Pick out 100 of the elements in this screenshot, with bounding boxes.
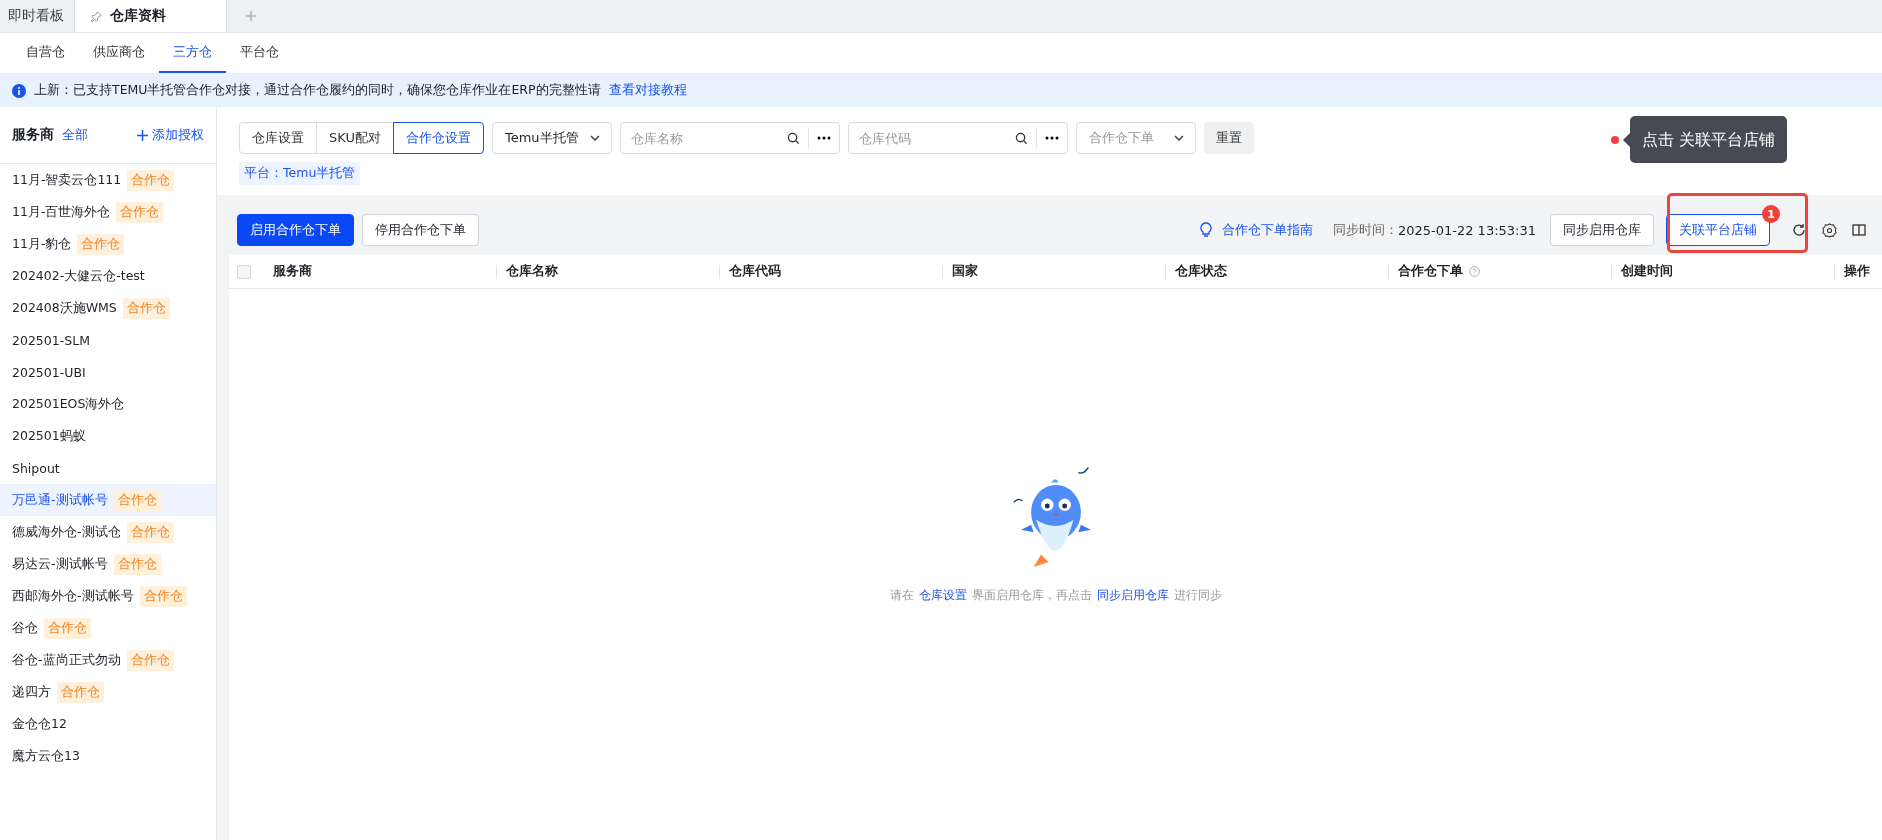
provider-name: 万邑通-测试帐号 xyxy=(12,491,108,509)
provider-name: 202408沃施WMS xyxy=(12,299,117,317)
settings-segment[interactable]: 仓库设置 xyxy=(239,122,317,154)
search-icon[interactable] xyxy=(786,131,800,145)
warehouse-type-tab[interactable]: 供应商仓 xyxy=(79,33,159,73)
provider-item[interactable]: 西邮海外仓-测试帐号 合作仓 xyxy=(0,580,216,612)
refresh-icon[interactable] xyxy=(1792,223,1806,237)
inline-link[interactable]: 仓库设置 xyxy=(918,587,967,604)
provider-item[interactable]: 递四方 合作仓 xyxy=(0,676,216,708)
provider-name: 202501-UBI xyxy=(12,364,86,380)
column-header: 创建时间 xyxy=(1611,264,1834,279)
guide-link[interactable]: 合作仓下单指南 xyxy=(1199,221,1313,239)
select-all-checkbox[interactable] xyxy=(237,264,251,279)
sidebar-title: 服务商 xyxy=(12,126,54,144)
empty-state-message: 请在 仓库设置 界面启用仓库，再点击 同步启用仓库 进行同步 xyxy=(889,587,1222,604)
provider-item[interactable]: 金仓仓12 xyxy=(0,708,216,740)
provider-name: 202402-大健云仓-test xyxy=(12,267,145,285)
inline-link[interactable]: 同步启用仓库 xyxy=(1096,587,1169,604)
provider-name: Shipout xyxy=(12,460,60,476)
tab-label: 仓库资料 xyxy=(110,7,166,25)
provider-name: 11月-百世海外仓 xyxy=(12,203,111,221)
provider-item[interactable]: Shipout xyxy=(0,452,216,484)
provider-name: 11月-智卖云仓111 xyxy=(12,171,122,189)
provider-item[interactable]: 202408沃施WMS 合作仓 xyxy=(0,292,216,324)
provider-name: 谷仓 xyxy=(12,619,38,637)
lightbulb-icon xyxy=(1199,222,1212,238)
provider-item[interactable]: 11月-智卖云仓111 合作仓 xyxy=(0,164,216,196)
partner-tag: 合作仓 xyxy=(113,553,161,575)
settings-segment[interactable]: 合作仓设置 xyxy=(392,122,484,154)
provider-name: 202501蚂蚁 xyxy=(12,427,86,445)
sync-time-label: 同步时间： xyxy=(1332,221,1398,239)
more-icon[interactable] xyxy=(816,136,831,140)
provider-item[interactable]: 11月-百世海外仓 合作仓 xyxy=(0,196,216,228)
provider-name: 西邮海外仓-测试帐号 xyxy=(12,587,134,605)
pin-icon xyxy=(91,10,102,22)
search-field[interactable]: 仓库名称 xyxy=(619,122,840,154)
provider-item[interactable]: 11月-豹仓 合作仓 xyxy=(0,228,216,260)
provider-item[interactable]: 202501蚂蚁 xyxy=(0,420,216,452)
provider-name: 德威海外仓-测试仓 xyxy=(12,523,121,541)
column-header: 仓库名称 xyxy=(496,264,719,279)
guide-tooltip: 点击 关联平台店铺 xyxy=(1630,116,1788,163)
warehouse-type-tab[interactable]: 自营仓 xyxy=(12,33,79,73)
partner-tag: 合作仓 xyxy=(57,681,104,703)
provider-item[interactable]: 202501-UBI xyxy=(0,356,216,388)
provider-name: 金仓仓12 xyxy=(12,715,67,733)
provider-name: 11月-豹仓 xyxy=(12,235,72,253)
column-header: 合作仓下单 xyxy=(1388,264,1611,279)
column-header: 操作 xyxy=(1834,264,1882,279)
partner-tag: 合作仓 xyxy=(77,233,125,255)
partner-tag: 合作仓 xyxy=(113,489,161,511)
partner-tag: 合作仓 xyxy=(139,585,187,607)
provider-name: 递四方 xyxy=(12,683,51,701)
reset-button[interactable]: 重置 xyxy=(1203,122,1254,154)
provider-item[interactable]: 202402-大健云仓-test xyxy=(0,260,216,292)
column-header: 仓库代码 xyxy=(719,264,942,279)
provider-name: 魔方云仓13 xyxy=(12,747,80,765)
enable-button[interactable]: 启用合作仓下单 xyxy=(237,214,354,246)
page-tab[interactable]: 仓库资料 xyxy=(75,0,227,32)
search-field[interactable]: 仓库代码 xyxy=(847,122,1068,154)
sync-warehouse-button[interactable]: 同步启用仓库 xyxy=(1550,214,1654,246)
provider-name: 202501EOS海外仓 xyxy=(12,395,125,413)
provider-item[interactable]: 202501-SLM xyxy=(0,324,216,356)
partner-tag: 合作仓 xyxy=(127,169,175,191)
provider-item[interactable]: 202501EOS海外仓 xyxy=(0,388,216,420)
info-icon xyxy=(12,83,26,98)
columns-icon[interactable] xyxy=(1852,223,1866,237)
settings-icon[interactable] xyxy=(1821,222,1837,238)
warehouse-type-tab[interactable]: 平台仓 xyxy=(226,33,293,73)
notice-text: 上新：已支持TEMU半托管合作仓对接，通过合作仓履约的同时，确保您仓库作业在ERP的完整性请 xyxy=(34,82,601,99)
provider-item[interactable]: 谷仓-蓝尚正式勿动 合作仓 xyxy=(0,644,216,676)
provider-item[interactable]: 德威海外仓-测试仓 合作仓 xyxy=(0,516,216,548)
tutorial-link[interactable]: 查看对接教程 xyxy=(608,82,687,99)
provider-name: 202501-SLM xyxy=(12,332,90,348)
disable-button[interactable]: 停用合作仓下单 xyxy=(362,214,479,246)
column-header: 仓库状态 xyxy=(1165,264,1388,279)
all-link[interactable]: 全部 xyxy=(62,126,88,144)
add-authorization-button[interactable]: 添加授权 xyxy=(137,126,204,144)
partner-tag: 合作仓 xyxy=(122,297,170,319)
column-header: 服务商 xyxy=(273,264,313,279)
provider-item[interactable]: 谷仓 合作仓 xyxy=(0,612,216,644)
partner-tag: 合作仓 xyxy=(44,617,91,639)
partner-tag: 合作仓 xyxy=(126,521,174,543)
platform-filter-tag: 平台：Temu半托管 xyxy=(239,162,361,185)
provider-name: 易达云-测试帐号 xyxy=(12,555,108,573)
column-header: 国家 xyxy=(942,264,1165,279)
plus-icon xyxy=(137,129,148,141)
sync-time-value: 2025-01-22 13:53:31 xyxy=(1397,222,1536,238)
provider-item[interactable]: 魔方云仓13 xyxy=(0,740,216,772)
step-badge: 1 xyxy=(1762,205,1780,223)
provider-item[interactable]: 易达云-测试帐号 合作仓 xyxy=(0,548,216,580)
more-icon[interactable] xyxy=(1044,136,1059,140)
provider-item[interactable]: 万邑通-测试帐号 合作仓 xyxy=(0,484,216,516)
platform-select[interactable]: Temu半托管 xyxy=(491,122,612,154)
pointer-dot xyxy=(1611,136,1619,144)
provider-name: 谷仓-蓝尚正式勿动 xyxy=(12,651,121,669)
tab-label: 即时看板 xyxy=(8,7,64,25)
search-icon[interactable] xyxy=(1014,131,1028,145)
partner-tag: 合作仓 xyxy=(126,649,174,671)
partner-tag: 合作仓 xyxy=(116,201,164,223)
settings-segment[interactable]: SKU配对 xyxy=(316,122,394,154)
